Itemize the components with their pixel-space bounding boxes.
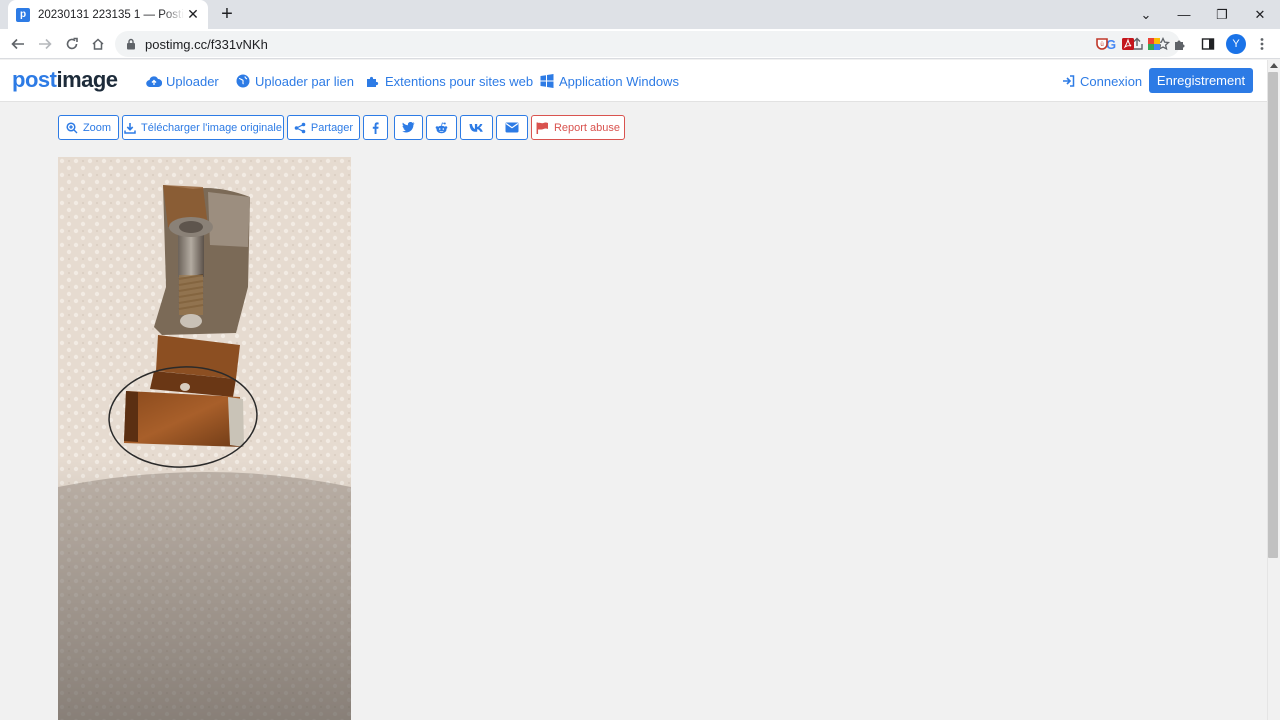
new-tab-button[interactable]: + [216,3,238,25]
browser-menu-icon[interactable] [1250,32,1274,56]
reddit-icon [435,122,448,134]
tab-search-icon[interactable]: ⌄ [1127,0,1165,29]
postimage-favicon-icon: p [16,7,30,22]
share-reddit-button[interactable] [426,115,457,140]
register-button[interactable]: Enregistrement [1149,68,1253,93]
colorful-extension-icon[interactable] [1142,32,1166,56]
zoom-button[interactable]: Zoom [58,115,119,140]
forward-icon[interactable] [33,32,57,56]
window-close-icon[interactable]: ✕ [1241,0,1279,29]
nav-uploader-par-lien[interactable]: Uploader par lien [235,72,354,90]
restore-icon[interactable]: ❐ [1203,0,1241,29]
side-panel-icon[interactable] [1196,32,1220,56]
extensions-puzzle-icon[interactable] [1168,32,1192,56]
address-bar[interactable]: postimg.cc/f331vNKh G [115,31,1180,57]
back-icon[interactable] [6,32,30,56]
windows-icon [539,73,555,89]
share-twitter-button[interactable] [394,115,423,140]
share-button[interactable]: Partager [287,115,360,140]
download-original-button[interactable]: Télécharger l'image originale [122,115,284,140]
postimage-logo[interactable]: postimage [12,67,118,93]
share-email-button[interactable] [496,115,528,140]
site-header: postimage Uploader Uploader par lien Ext… [0,60,1267,102]
minimize-icon[interactable]: — [1165,0,1203,29]
sign-in-icon [1060,73,1076,89]
scrollbar-thumb[interactable] [1268,72,1278,558]
twitter-icon [402,122,415,133]
email-icon [505,122,519,133]
scroll-up-arrow-icon[interactable] [1270,63,1278,68]
reload-icon[interactable] [60,32,84,56]
uploaded-image[interactable] [58,157,351,720]
browser-tab[interactable]: p 20230131 223135 1 — Postimage ✕ [8,0,208,29]
tab-title: 20230131 223135 1 — Postimage [38,8,184,21]
nav-windows-app[interactable]: Application Windows [539,72,679,90]
nav-extensions[interactable]: Extentions pour sites web [365,72,533,90]
download-icon [124,122,136,134]
cloud-upload-icon [146,73,162,89]
tab-close-icon[interactable]: ✕ [186,6,200,23]
share-nodes-icon [294,122,306,134]
facebook-icon [372,121,379,134]
puzzle-icon [365,73,381,89]
share-vk-button[interactable] [460,115,493,140]
vk-icon [469,123,484,132]
flag-icon [536,122,549,134]
login-link[interactable]: Connexion [1060,72,1142,90]
lock-icon[interactable] [125,38,137,50]
zoom-in-icon [66,121,78,134]
profile-avatar[interactable]: Y [1226,34,1246,54]
report-abuse-button[interactable]: Report abuse [531,115,625,140]
svg-text:ü: ü [1100,42,1103,48]
browser-toolbar: postimg.cc/f331vNKh G ü [0,29,1280,59]
globe-icon [235,73,251,89]
pdf-extension-icon[interactable] [1116,32,1140,56]
ublock-extension-icon[interactable]: ü [1090,32,1114,56]
browser-tabstrip: p 20230131 223135 1 — Postimage ✕ + ⌄ — … [0,0,1280,29]
nav-uploader[interactable]: Uploader [146,72,219,90]
home-icon[interactable] [86,32,110,56]
url-text: postimg.cc/f331vNKh [145,36,268,52]
share-facebook-button[interactable] [363,115,388,140]
